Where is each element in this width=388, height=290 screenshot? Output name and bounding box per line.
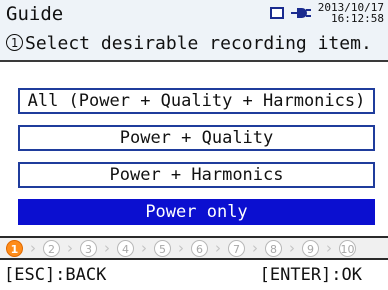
option-all[interactable]: All (Power + Quality + Harmonics): [18, 88, 375, 114]
step-number: 7: [228, 239, 245, 257]
chevron-right-icon: ›: [141, 239, 147, 257]
step-indicator: 9 ›: [302, 239, 339, 257]
step-indicator: 10: [339, 239, 356, 257]
step-indicator: 2 ›: [43, 239, 80, 257]
option-power-harmonics[interactable]: Power + Harmonics: [18, 162, 375, 188]
step-number: 8: [265, 239, 282, 257]
step-number: 6: [191, 239, 208, 257]
time-text: 16:12:58: [331, 12, 384, 25]
back-key-hint[interactable]: [ESC]:BACK: [4, 265, 106, 285]
chevron-right-icon: ›: [289, 239, 295, 257]
step-indicator: 4 ›: [117, 239, 154, 257]
step-number: 5: [154, 239, 171, 257]
step-indicator: 6 ›: [191, 239, 228, 257]
chevron-right-icon: ›: [215, 239, 221, 257]
datetime: 2013/10/17 16:12:58: [318, 2, 384, 24]
step-number: 2: [43, 239, 60, 257]
step-number: 1: [6, 239, 23, 257]
footer: [ESC]:BACK [ENTER]:OK: [0, 262, 388, 290]
recording-options: All (Power + Quality + Harmonics) Power …: [18, 88, 375, 236]
instruction: 1 Select desirable recording item.: [6, 33, 372, 54]
step-number: 9: [302, 239, 319, 257]
chevron-right-icon: ›: [178, 239, 184, 257]
memory-card-icon: [269, 7, 284, 19]
step-indicator: 7 ›: [228, 239, 265, 257]
step-indicator: 1 ›: [6, 239, 43, 257]
page-title: Guide: [6, 3, 64, 25]
option-power-only[interactable]: Power only: [18, 199, 375, 225]
chevron-right-icon: ›: [326, 239, 332, 257]
chevron-right-icon: ›: [252, 239, 258, 257]
chevron-right-icon: ›: [104, 239, 110, 257]
chevron-right-icon: ›: [30, 239, 36, 257]
header: Guide 2013/10/17 16:12:58 1 Select desira…: [0, 0, 388, 62]
guide-screen: Guide 2013/10/17 16:12:58 1 Select desira…: [0, 0, 388, 290]
chevron-right-icon: ›: [67, 239, 73, 257]
instruction-step-number: 1: [6, 34, 23, 51]
step-number: 3: [80, 239, 97, 257]
step-progress: 1 › 2 › 3 › 4 › 5 › 6 › 7 › 8 › 9 › 10: [0, 236, 388, 260]
step-indicator: 5 ›: [154, 239, 191, 257]
plug-icon: [290, 8, 311, 18]
step-number: 10: [339, 239, 356, 257]
instruction-text: Select desirable recording item.: [25, 33, 372, 54]
step-indicator: 3 ›: [80, 239, 117, 257]
ok-key-hint[interactable]: [ENTER]:OK: [260, 265, 362, 285]
option-power-quality[interactable]: Power + Quality: [18, 125, 375, 151]
step-number: 4: [117, 239, 134, 257]
step-indicator: 8 ›: [265, 239, 302, 257]
status-area: 2013/10/17 16:12:58: [269, 2, 384, 24]
